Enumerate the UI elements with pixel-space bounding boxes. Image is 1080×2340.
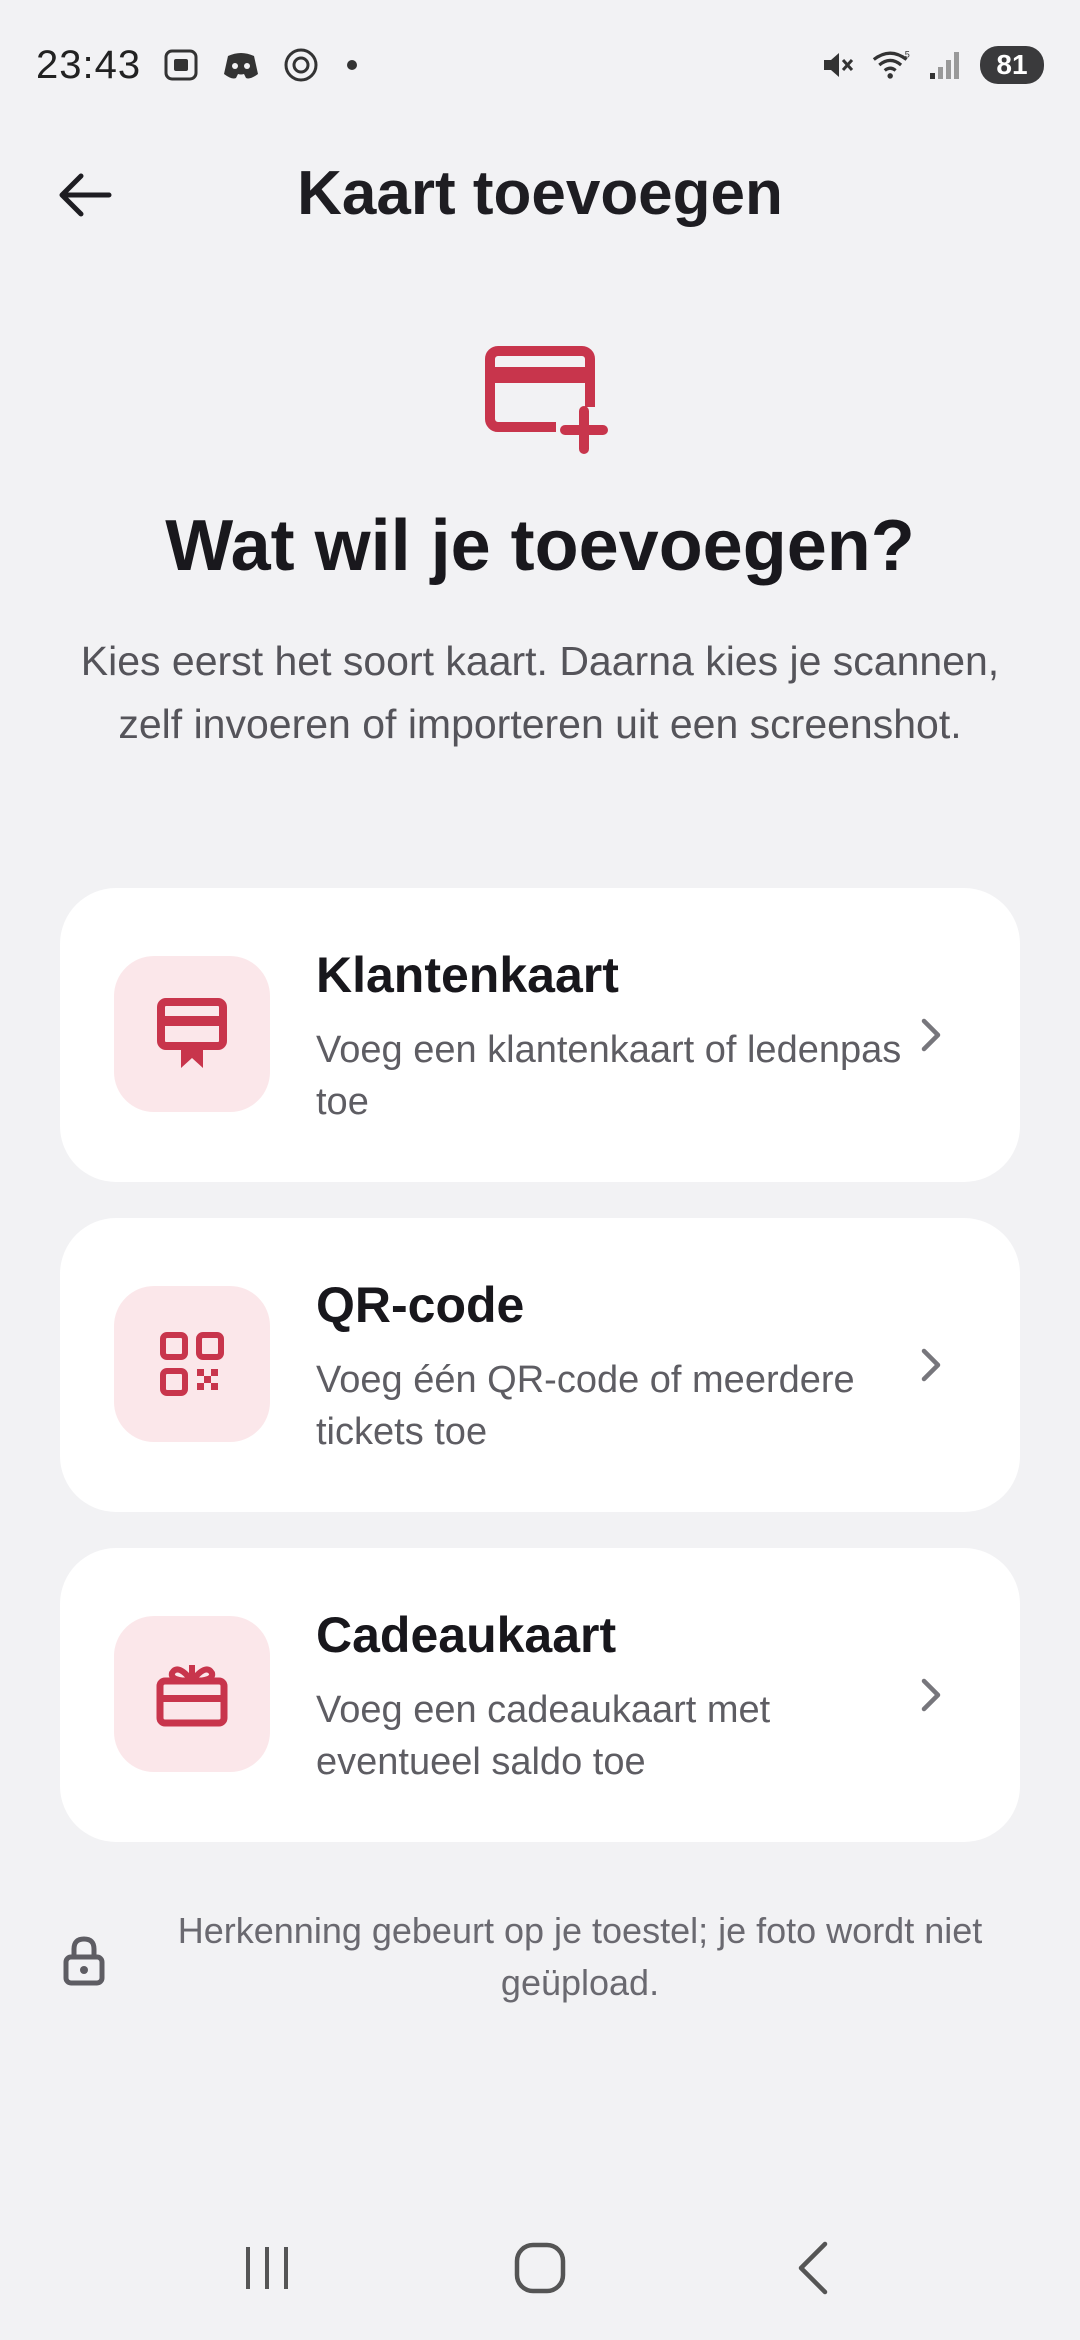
loyalty-card-icon bbox=[157, 998, 227, 1068]
discord-icon bbox=[221, 45, 261, 85]
app-bar: Kaart toevoegen bbox=[0, 140, 1080, 250]
lock-icon bbox=[60, 1935, 108, 1987]
option-description: Voeg één QR-code of meerdere tickets toe bbox=[316, 1359, 855, 1453]
option-description: Voeg een cadeaukaart met eventueel saldo… bbox=[316, 1689, 771, 1783]
chevron-right-icon bbox=[904, 1008, 958, 1062]
chevron-right-icon bbox=[904, 1338, 958, 1392]
option-card-cadeaukaart[interactable]: Cadeaukaart Voeg een cadeaukaart met eve… bbox=[60, 1548, 1020, 1842]
system-back-button[interactable] bbox=[768, 2223, 858, 2313]
card-icon-box bbox=[114, 1286, 270, 1442]
screenshot-icon bbox=[161, 45, 201, 85]
wifi-icon: 5 bbox=[872, 45, 912, 85]
chevron-right-icon bbox=[904, 1668, 958, 1722]
status-bar-right: 5 81 bbox=[818, 45, 1044, 85]
mute-icon bbox=[818, 45, 858, 85]
page-title: Kaart toevoegen bbox=[297, 159, 783, 228]
hero-title: Wat wil je toevoegen? bbox=[165, 506, 915, 586]
notification-dot bbox=[347, 60, 358, 70]
gift-card-icon bbox=[156, 1665, 228, 1727]
home-button[interactable] bbox=[495, 2223, 585, 2313]
card-icon-box bbox=[114, 956, 270, 1112]
chevron-left-icon bbox=[799, 2241, 828, 2294]
home-icon bbox=[514, 2242, 566, 2293]
battery-indicator: 81 bbox=[980, 46, 1044, 84]
option-description: Voeg een klantenkaart of ledenpas toe bbox=[316, 1029, 902, 1123]
signal-icon bbox=[926, 45, 966, 85]
privacy-note-text: Herkenning gebeurt op je toestel; je fot… bbox=[177, 1910, 983, 2003]
threads-icon bbox=[281, 45, 321, 85]
recent-apps-button[interactable] bbox=[222, 2223, 312, 2313]
option-card-klantenkaart[interactable]: Klantenkaart Voeg een klantenkaart of le… bbox=[60, 888, 1020, 1182]
status-time: 23:43 bbox=[36, 42, 142, 87]
hero-subtitle: Kies eerst het soort kaart. Daarna kies … bbox=[80, 638, 1000, 747]
option-title: Klantenkaart bbox=[316, 947, 619, 1003]
option-title: QR-code bbox=[316, 1277, 525, 1333]
card-icon-box bbox=[114, 1616, 270, 1772]
svg-text:5: 5 bbox=[905, 50, 910, 60]
recent-apps-icon bbox=[245, 2246, 288, 2289]
status-bar: 23:43 5 81 bbox=[0, 0, 1080, 130]
option-title: Cadeaukaart bbox=[316, 1607, 617, 1663]
qr-code-icon bbox=[160, 1332, 224, 1396]
card-add-icon bbox=[484, 345, 608, 455]
option-card-qr-code[interactable]: QR-code Voeg één QR-code of meerdere tic… bbox=[60, 1218, 1020, 1512]
system-nav-bar bbox=[0, 2195, 1080, 2340]
status-bar-left: 23:43 bbox=[36, 42, 358, 88]
